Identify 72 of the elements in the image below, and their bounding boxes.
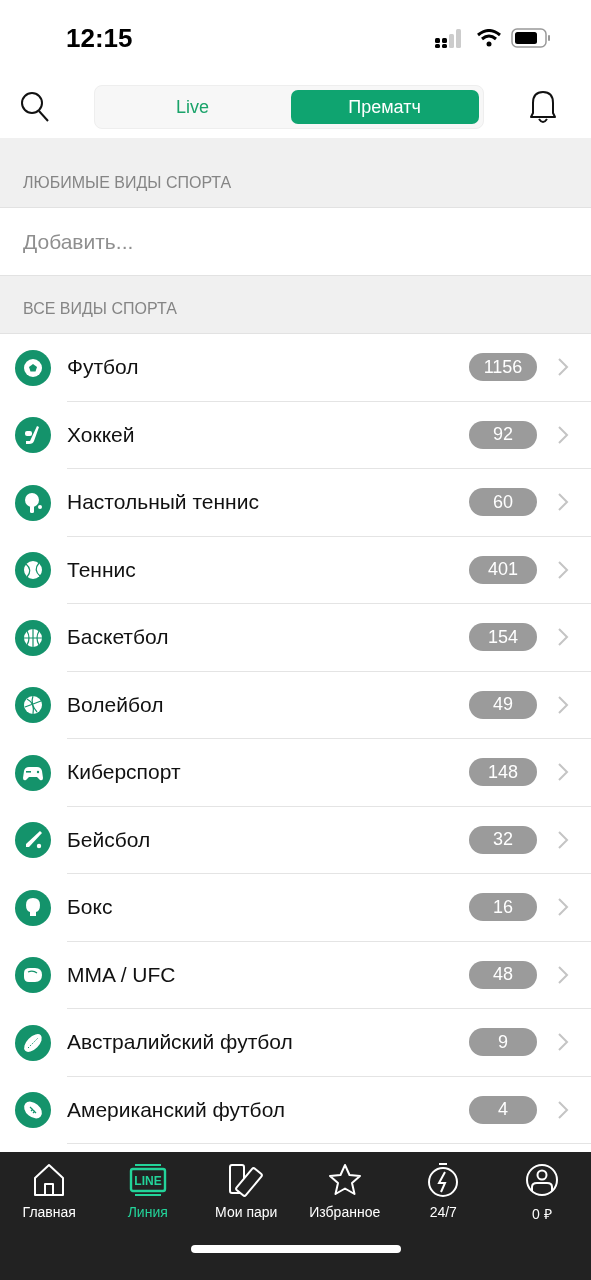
chevron-icon bbox=[557, 694, 569, 715]
nav-item[interactable]: Избранное bbox=[295, 1162, 394, 1223]
sport-name: Киберспорт bbox=[67, 760, 182, 785]
sport-name: Волейбол bbox=[67, 692, 165, 717]
nav-item[interactable]: Мои пари bbox=[197, 1162, 296, 1223]
event-count: 154 bbox=[469, 623, 537, 652]
sport-item[interactable]: Американский футбол 4 bbox=[0, 1076, 591, 1144]
event-count: 401 bbox=[469, 555, 537, 584]
sport-item[interactable]: Киберспорт 148 bbox=[0, 739, 591, 807]
rugby-ball-icon bbox=[15, 1024, 51, 1061]
search-icon[interactable] bbox=[20, 91, 50, 123]
paddle-icon bbox=[15, 484, 51, 521]
sport-name: Бокс bbox=[67, 895, 114, 920]
sport-name: Американский футбол bbox=[67, 1097, 287, 1122]
sport-name: Австралийский футбол bbox=[67, 1030, 294, 1055]
sport-name: Бейсбол bbox=[67, 827, 152, 852]
chevron-icon bbox=[557, 897, 569, 918]
tennis-ball-icon bbox=[15, 552, 51, 589]
basketball-icon bbox=[15, 619, 51, 656]
chevron-icon bbox=[557, 964, 569, 985]
sport-item[interactable]: Баскетбол 154 bbox=[0, 604, 591, 672]
event-count: 49 bbox=[469, 690, 537, 719]
section-title: ВСЕ ВИДЫ СПОРТА bbox=[23, 300, 177, 318]
sport-item[interactable]: Бокс 16 bbox=[0, 874, 591, 942]
sport-item[interactable]: Футбол 1156 bbox=[0, 334, 591, 402]
sport-name: Теннис bbox=[67, 557, 137, 582]
bat-icon bbox=[15, 822, 51, 859]
event-count: 4 bbox=[469, 1095, 537, 1124]
hockey-stick-icon bbox=[15, 417, 51, 454]
chevron-icon bbox=[557, 492, 569, 513]
event-count: 16 bbox=[469, 893, 537, 922]
nav-item[interactable]: Главная bbox=[0, 1162, 99, 1223]
sport-name: MMA / UFC bbox=[67, 962, 177, 987]
sport-name: Настольный теннис bbox=[67, 490, 260, 515]
glove-icon bbox=[15, 889, 51, 926]
bell-icon[interactable] bbox=[527, 89, 559, 125]
sport-item[interactable]: Настольный теннис 60 bbox=[0, 469, 591, 537]
section-title: ЛЮБИМЫЕ ВИДЫ СПОРТА bbox=[23, 174, 232, 192]
chevron-icon bbox=[557, 762, 569, 783]
volleyball-icon bbox=[15, 687, 51, 724]
event-count: 9 bbox=[469, 1028, 537, 1057]
chevron-icon bbox=[557, 1099, 569, 1120]
sport-name: Футбол bbox=[67, 355, 140, 380]
chevron-icon bbox=[557, 1032, 569, 1053]
chevron-icon bbox=[557, 357, 569, 378]
sport-item[interactable]: Австралийский футбол 9 bbox=[0, 1009, 591, 1077]
sport-item[interactable]: Теннис 401 bbox=[0, 536, 591, 604]
chevron-icon bbox=[557, 559, 569, 580]
sport-item[interactable]: Бейсбол 32 bbox=[0, 806, 591, 874]
chevron-icon bbox=[557, 627, 569, 648]
chevron-icon bbox=[557, 424, 569, 445]
sport-name: Хоккей bbox=[67, 422, 136, 447]
sport-item[interactable]: MMA / UFC 48 bbox=[0, 941, 591, 1009]
sport-item[interactable]: Хоккей 92 bbox=[0, 401, 591, 469]
nav-item[interactable]: 0 ₽ bbox=[492, 1162, 591, 1223]
event-count: 60 bbox=[469, 488, 537, 517]
sport-item[interactable]: Волейбол 49 bbox=[0, 671, 591, 739]
event-count: 92 bbox=[469, 420, 537, 449]
event-count: 1156 bbox=[469, 353, 537, 382]
sport-name: Баскетбол bbox=[67, 625, 170, 650]
soccer-ball-icon bbox=[15, 349, 51, 386]
wifi-icon bbox=[477, 29, 501, 47]
status-time: 12:15 bbox=[66, 22, 133, 54]
event-count: 148 bbox=[469, 758, 537, 787]
event-count: 48 bbox=[469, 960, 537, 989]
battery-icon bbox=[511, 28, 551, 48]
nav-item[interactable]: LINE Линия bbox=[98, 1162, 197, 1223]
gamepad-icon bbox=[15, 754, 51, 791]
chevron-icon bbox=[557, 829, 569, 850]
event-count: 32 bbox=[469, 825, 537, 854]
nav-item[interactable]: 24/7 bbox=[394, 1162, 493, 1223]
football-icon bbox=[15, 1092, 51, 1129]
